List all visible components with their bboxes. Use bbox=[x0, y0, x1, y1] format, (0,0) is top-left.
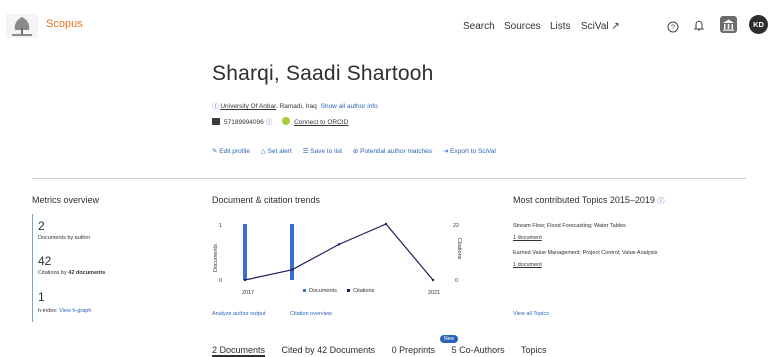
right-tick-bottom: 0 bbox=[455, 278, 458, 284]
save-to-list-label: Save to list bbox=[310, 148, 343, 155]
citations-line bbox=[244, 223, 434, 281]
legend-documents-label: Documents bbox=[309, 288, 337, 294]
tab-preprints[interactable]: 0 Preprints bbox=[392, 345, 436, 355]
documents-bar bbox=[243, 224, 247, 280]
edit-profile-button[interactable]: ✎ Edit profile bbox=[212, 148, 250, 155]
export-label: Export to SciVal bbox=[450, 148, 496, 155]
citations-point bbox=[290, 268, 294, 272]
edit-profile-label: Edit profile bbox=[219, 148, 250, 155]
topic-name-1: Stream Flow; Flood Forecasting; Water Ta… bbox=[513, 223, 626, 229]
citations-point bbox=[431, 278, 435, 282]
citations-point bbox=[384, 222, 388, 226]
documents-count: 2 bbox=[38, 219, 45, 233]
citations-count: 42 bbox=[38, 254, 52, 268]
affiliation-line: ⓘ University Of Anbar, Ramadi, Iraq Show… bbox=[212, 100, 378, 110]
orcid-icon bbox=[282, 117, 291, 125]
tab-cited-by[interactable]: Cited by 42 Documents bbox=[282, 345, 376, 355]
institution-icon[interactable] bbox=[720, 16, 737, 33]
trends-chart: 10220Documents Citations2017 2021Documents… bbox=[213, 222, 462, 296]
analyze-output-link[interactable]: Analyze author output bbox=[212, 311, 266, 317]
author-tabs: 2 Documents Cited by 42 Documents 0 Prep… bbox=[212, 345, 561, 357]
show-all-author-info-link[interactable]: Show all author info bbox=[321, 103, 378, 110]
potential-matches-label: Potential author matches bbox=[360, 148, 433, 155]
potential-matches-button[interactable]: ⊛ Potential author matches bbox=[353, 148, 432, 155]
citations-point bbox=[243, 278, 247, 282]
scopus-id-info-icon[interactable]: ⓘ bbox=[266, 119, 273, 126]
nav-sources[interactable]: Sources bbox=[504, 21, 541, 32]
institution-link[interactable]: University Of Anbar bbox=[220, 103, 276, 110]
connect-orcid-link[interactable]: Connect to ORCID bbox=[294, 119, 348, 126]
x-tick-last: 2021 bbox=[428, 290, 440, 296]
help-icon[interactable]: ? bbox=[667, 20, 679, 38]
metrics-accent-line bbox=[32, 214, 33, 322]
tab-documents[interactable]: 2 Documents bbox=[212, 345, 266, 357]
topic-count-2[interactable]: 1 document bbox=[513, 262, 542, 268]
documents-label: Documents by author bbox=[38, 235, 91, 241]
bell-icon: △ bbox=[260, 148, 266, 155]
citations-point bbox=[337, 243, 341, 246]
left-tick-top: 1 bbox=[219, 223, 222, 229]
pencil-icon: ✎ bbox=[212, 148, 218, 155]
scopus-brand[interactable]: Scopus bbox=[46, 18, 83, 30]
trends-title: Document & citation trends bbox=[212, 195, 321, 205]
scopus-id: 57189994096 bbox=[224, 119, 264, 126]
author-actions: ✎ Edit profile △ Set alert ☰ Save to lis… bbox=[212, 147, 505, 155]
author-name: Sharqi, Saadi Shartooh bbox=[212, 62, 434, 85]
citations-docs-count: 42 documents bbox=[68, 270, 106, 276]
hindex-value: 1 bbox=[38, 290, 45, 304]
scopus-id-icon bbox=[212, 118, 220, 125]
hindex-line: h-index: View h-graph bbox=[38, 308, 91, 314]
nav-lists[interactable]: Lists bbox=[550, 21, 571, 32]
svg-text:?: ? bbox=[671, 23, 675, 32]
section-divider bbox=[32, 178, 746, 179]
export-scival-button[interactable]: ⇥ Export to SciVal bbox=[443, 148, 496, 155]
topic-count-1[interactable]: 1 document bbox=[513, 235, 542, 241]
user-avatar[interactable]: KD bbox=[749, 15, 768, 34]
set-alert-label: Set alert bbox=[267, 148, 292, 155]
view-hgraph-link[interactable]: View h-graph bbox=[59, 308, 91, 314]
tab-topics[interactable]: Topics bbox=[521, 345, 547, 355]
metrics-title: Metrics overview bbox=[32, 195, 100, 205]
nav-scival[interactable]: SciVal ↗ bbox=[581, 21, 620, 32]
people-icon: ⊛ bbox=[352, 148, 359, 155]
topics-info-icon[interactable]: ⓘ bbox=[657, 198, 664, 205]
y-axis-label-documents: Documents bbox=[213, 244, 219, 272]
x-tick-first: 2017 bbox=[242, 290, 254, 296]
topics-title-line: Most contributed Topics 2015–2019 ⓘ bbox=[513, 195, 664, 206]
location-text: , Ramadi, Iraq bbox=[275, 103, 317, 110]
tab-coauthors[interactable]: 5 Co-Authors bbox=[452, 345, 505, 355]
legend-documents-swatch bbox=[303, 289, 306, 292]
export-icon: ⇥ bbox=[442, 148, 449, 155]
bell-icon[interactable] bbox=[693, 19, 705, 37]
y-axis-label-citations: Citations bbox=[456, 238, 462, 260]
identifiers-line: 57189994096 ⓘ Connect to ORCID bbox=[212, 116, 348, 126]
topic-name-2: Earned Value Management; Project Control… bbox=[513, 250, 658, 256]
legend-citations-swatch bbox=[347, 289, 350, 292]
right-tick-top: 22 bbox=[453, 223, 459, 229]
legend-citations-label: Citations bbox=[353, 288, 375, 294]
topics-title: Most contributed Topics 2015–2019 bbox=[513, 195, 655, 205]
elsevier-logo-icon[interactable] bbox=[6, 14, 38, 38]
set-alert-button[interactable]: △ Set alert bbox=[261, 148, 292, 155]
list-icon: ☰ bbox=[302, 148, 309, 155]
view-all-topics-link[interactable]: View all Topics bbox=[513, 311, 549, 317]
citation-overview-link[interactable]: Citation overview bbox=[290, 311, 332, 317]
documents-bar bbox=[290, 224, 294, 280]
citations-label: Citations by 42 documents bbox=[38, 270, 105, 276]
left-tick-bottom: 0 bbox=[219, 278, 222, 284]
new-badge: New bbox=[440, 335, 459, 343]
nav-search[interactable]: Search bbox=[463, 21, 495, 32]
citations-label-text: Citations by bbox=[38, 270, 69, 276]
hindex-label: h-index: bbox=[38, 308, 58, 314]
save-to-list-button[interactable]: ☰ Save to list bbox=[303, 148, 342, 155]
